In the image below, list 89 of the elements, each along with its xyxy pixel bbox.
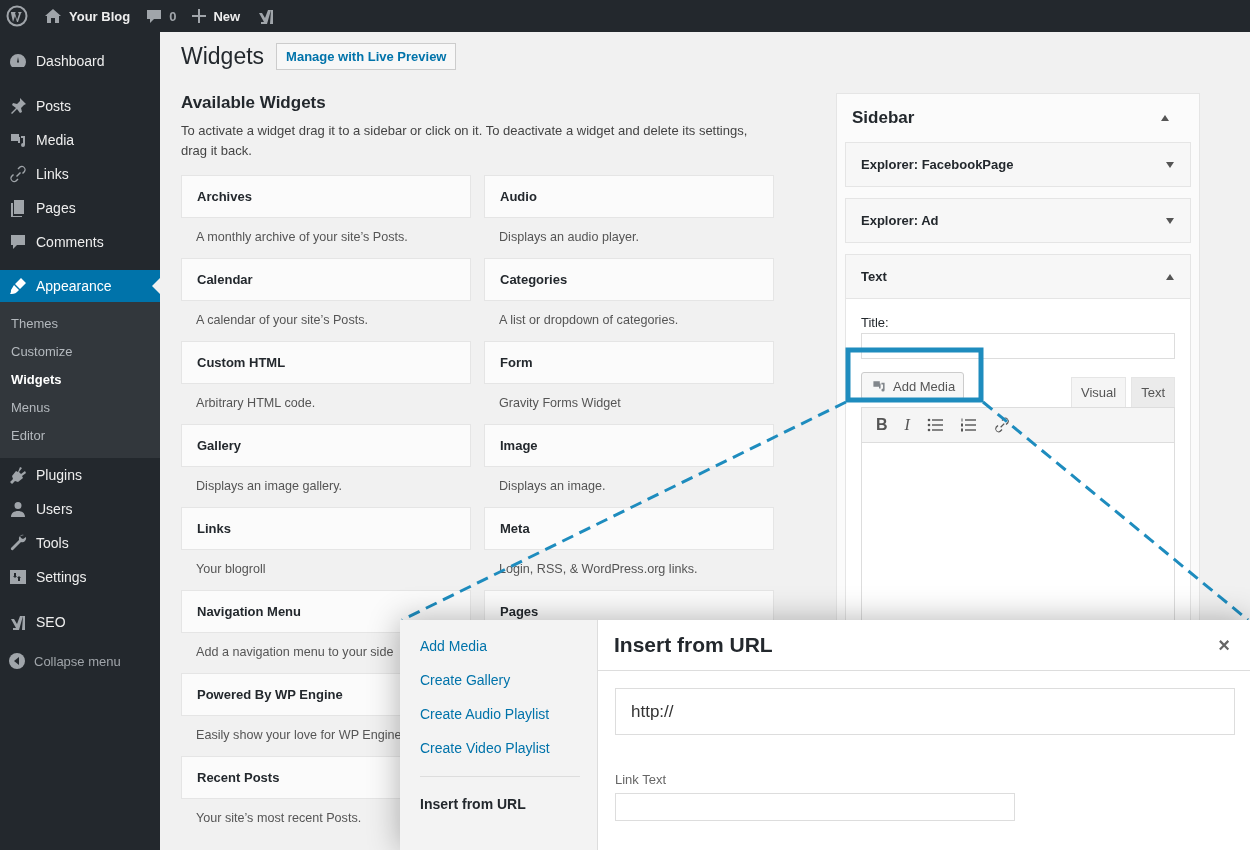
new-content-link[interactable]: New (192, 8, 241, 24)
plus-icon (192, 9, 207, 23)
sidebar-title: Sidebar (852, 108, 915, 128)
widget-description: Your blogroll (196, 562, 266, 576)
sidebar-widget-header[interactable]: Explorer: FacebookPage (846, 143, 1190, 186)
toggle-arrow-icon[interactable] (1161, 115, 1169, 121)
widget-card[interactable]: Categories (484, 258, 774, 301)
widget-title: Text (861, 269, 887, 284)
widget-description: A list or dropdown of categories. (499, 313, 679, 327)
widget-card[interactable]: Gallery (181, 424, 471, 467)
title-field[interactable] (861, 333, 1175, 359)
menu-item[interactable]: Dashboard (0, 44, 160, 78)
field-label: Link Text (615, 772, 668, 787)
sidebar-widget-header[interactable]: Text (846, 255, 1190, 298)
widget-card[interactable]: Navigation Menu (181, 590, 471, 633)
speech-bubble-icon (8, 232, 28, 252)
link-text-field[interactable] (615, 793, 1015, 821)
bold-button[interactable]: B (876, 416, 888, 434)
collapse-menu-button[interactable]: Collapse menu (0, 644, 160, 678)
widget-description: Add a navigation menu to your side (196, 645, 394, 659)
modal-menu-link[interactable]: Add Media (420, 638, 487, 672)
widget-card[interactable]: Custom HTML (181, 341, 471, 384)
wordpress-logo-icon[interactable] (6, 5, 28, 27)
widget-card[interactable]: Image (484, 424, 774, 467)
italic-button[interactable]: I (904, 416, 910, 434)
submenu-item[interactable]: Themes (0, 310, 160, 338)
menu-item[interactable]: Settings (0, 560, 160, 594)
brush-icon (8, 276, 28, 296)
widget-description: Gravity Forms Widget (499, 396, 621, 410)
home-icon (44, 8, 62, 24)
widget-card[interactable]: Form (484, 341, 774, 384)
submenu-item[interactable]: Editor (0, 422, 160, 450)
bulleted-list-icon[interactable] (926, 418, 943, 432)
plug-icon (8, 465, 28, 485)
add-media-button[interactable]: Add Media (861, 372, 965, 400)
menu-item[interactable]: Comments (0, 225, 160, 259)
modal-menu-link[interactable]: Insert from URL (420, 796, 526, 830)
comments-link[interactable]: 0 (146, 8, 177, 24)
widget-description: Easily show your love for WP Engine (196, 728, 402, 742)
editor-tab[interactable]: Text (1131, 377, 1175, 407)
widget-description: Arbitrary HTML code. (196, 396, 316, 410)
editor-tab[interactable]: Visual (1070, 377, 1127, 407)
toggle-arrow-icon[interactable] (1166, 273, 1174, 280)
page-title: Widgets (181, 43, 265, 70)
widget-title: Explorer: Ad (861, 213, 939, 228)
widget-card[interactable]: Calendar (181, 258, 471, 301)
toggle-arrow-icon[interactable] (1166, 161, 1174, 168)
section-heading: Available Widgets (181, 93, 327, 113)
submenu-item[interactable]: Menus (0, 394, 160, 422)
submenu-item[interactable]: Widgets (0, 366, 160, 394)
instructions-text: To activate a widget drag it to a sidebar or click on it. To deactivate a widget and delete its settings, drag it back. (181, 122, 749, 160)
widget-card[interactable]: Meta (484, 507, 774, 550)
widget-description: Displays an image gallery. (196, 479, 343, 493)
menu-item[interactable]: Appearance (0, 270, 160, 302)
link-icon (8, 164, 28, 184)
menu-item[interactable]: Plugins (0, 458, 160, 492)
link-icon[interactable] (992, 416, 1011, 434)
url-field[interactable]: http:// (615, 688, 1235, 735)
live-preview-button[interactable]: Manage with Live Preview (276, 43, 457, 70)
menu-item[interactable]: Pages (0, 191, 160, 225)
widget-description: A calendar of your site’s Posts. (196, 313, 368, 327)
menu-item[interactable]: SEO (0, 605, 160, 639)
menu-item[interactable]: Tools (0, 526, 160, 560)
widget-card[interactable]: Audio (484, 175, 774, 218)
widget-description: Your site’s most recent Posts. (196, 811, 362, 825)
widget-card[interactable]: Links (181, 507, 471, 550)
submenu-item[interactable]: Customize (0, 338, 160, 366)
site-name-link[interactable]: Your Blog (44, 8, 131, 24)
widget-description: Displays an image. (499, 479, 606, 493)
modal-title: Insert from URL (614, 633, 773, 657)
menu-item[interactable]: Media (0, 123, 160, 157)
menu-item[interactable]: Posts (0, 89, 160, 123)
media-icon (870, 378, 888, 394)
widget-description: A monthly archive of your site’s Posts. (196, 230, 408, 244)
toggle-arrow-icon[interactable] (1166, 217, 1174, 224)
widget-title: Explorer: FacebookPage (861, 157, 1014, 172)
close-button[interactable]: × (1214, 633, 1234, 657)
widget-description: Displays an audio player. (499, 230, 639, 244)
menu-item[interactable]: Links (0, 157, 160, 191)
widget-description: Login, RSS, & WordPress.org links. (499, 562, 698, 576)
field-label: Title: (861, 315, 890, 330)
sliders-icon (8, 567, 28, 587)
wrench-icon (8, 533, 28, 553)
sidebar-widget-header[interactable]: Explorer: Ad (846, 199, 1190, 242)
numbered-list-icon[interactable] (959, 418, 976, 432)
menu-item[interactable]: Users (0, 492, 160, 526)
user-icon (8, 499, 28, 519)
speech-bubble-icon (146, 8, 163, 24)
widget-card[interactable]: Archives (181, 175, 471, 218)
